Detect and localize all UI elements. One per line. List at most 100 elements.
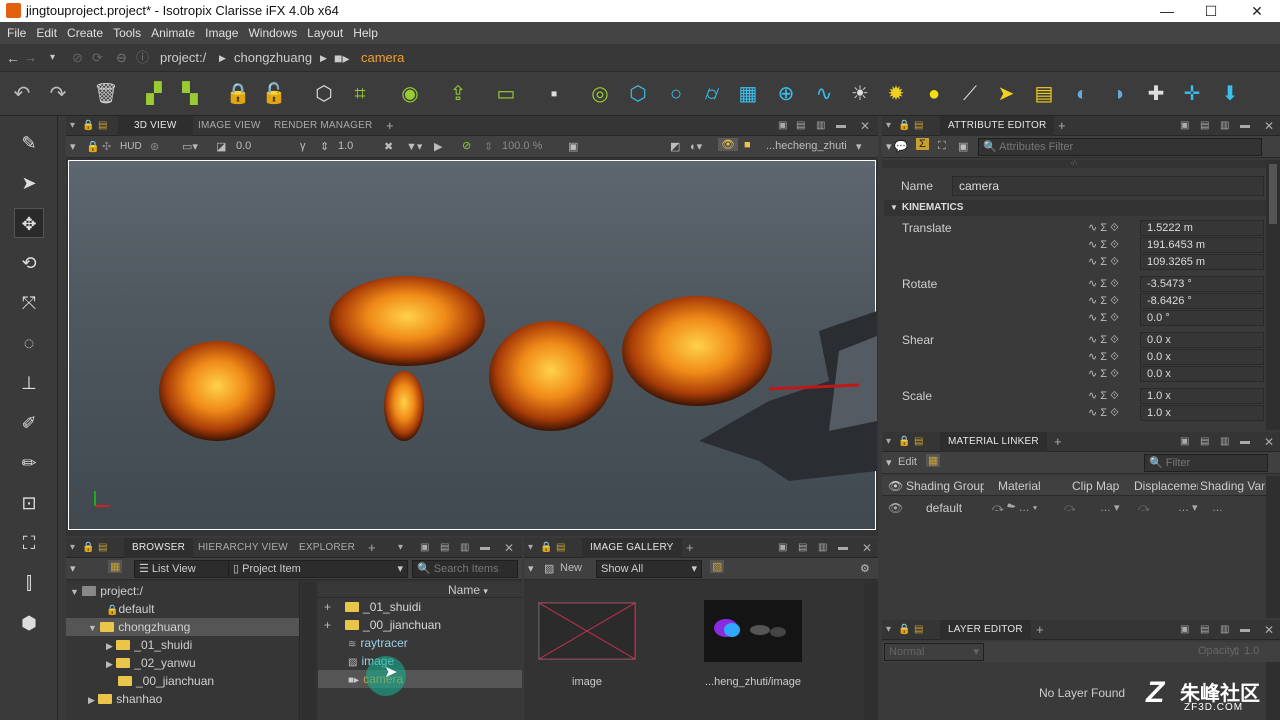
blend-mode-select[interactable]: Normal ▾ bbox=[884, 643, 984, 661]
kinematics-section[interactable]: ▼ KINEMATICS bbox=[884, 200, 1266, 216]
gallery-menu-icon[interactable]: ▾ bbox=[528, 562, 534, 575]
tree-item-project[interactable]: ▼ project:/ bbox=[66, 582, 299, 600]
gallery-filter-select[interactable]: Show All ▾ bbox=[596, 560, 702, 578]
area-light-icon[interactable]: ▤ bbox=[1030, 80, 1058, 108]
anim-controls-icon[interactable]: ∿ Σ ⟐ bbox=[1088, 277, 1140, 291]
panel-collapse-icon[interactable]: ▾ bbox=[70, 538, 75, 558]
panel-menu-icon[interactable]: ▤ bbox=[556, 538, 566, 558]
attr-menu-icon[interactable]: ▾ bbox=[886, 140, 892, 153]
variable-menu-icon[interactable]: … bbox=[1212, 498, 1223, 518]
render-toggle-icon[interactable]: ⊘ bbox=[462, 139, 471, 152]
add-tab-icon[interactable]: + bbox=[1054, 432, 1062, 452]
matlinker-scrollbar[interactable] bbox=[1266, 476, 1280, 618]
tab-hierarchy-view[interactable]: HIERARCHY VIEW bbox=[198, 538, 288, 558]
layout-icon[interactable]: ▣ bbox=[778, 538, 788, 558]
context-path[interactable]: ...hecheng_zhuti bbox=[766, 140, 847, 152]
anim-controls-icon[interactable]: ∿ Σ ⟐ bbox=[1088, 367, 1140, 381]
scale-y[interactable]: 1.0 x bbox=[1140, 405, 1264, 421]
material-link-icon[interactable]: ⤼ ☁ … ▾ bbox=[992, 498, 1037, 518]
gallery-scrollbar[interactable] bbox=[864, 582, 878, 720]
instance-icon[interactable]: ⌗ bbox=[346, 80, 374, 108]
anim-controls-icon[interactable]: ∿ Σ ⟐ bbox=[1088, 333, 1140, 347]
anim-controls-icon[interactable]: ∿ Σ ⟐ bbox=[1088, 255, 1140, 269]
maximize-panel-icon[interactable]: ▬ bbox=[1240, 116, 1250, 136]
lock-icon[interactable]: 🔒 bbox=[224, 80, 252, 108]
thumbnail-render[interactable] bbox=[704, 600, 802, 662]
brush-icon[interactable]: ✏ bbox=[14, 448, 44, 478]
expand-icon[interactable]: ⛶ bbox=[938, 140, 946, 153]
browser-menu-icon[interactable]: ▾ bbox=[70, 562, 76, 575]
select-arrow-icon[interactable]: ➤ bbox=[14, 168, 44, 198]
info-icon[interactable]: ⓘ bbox=[136, 44, 149, 72]
expand-plus-icon[interactable]: + bbox=[324, 600, 331, 614]
download-icon[interactable]: ⬇ bbox=[1216, 80, 1244, 108]
add-tab-icon[interactable]: + bbox=[686, 538, 694, 558]
unlock-icon[interactable]: 🔓 bbox=[260, 80, 288, 108]
lock-context-icon[interactable]: ⊖ bbox=[116, 44, 127, 72]
menu-layout[interactable]: Layout bbox=[302, 22, 348, 44]
opacity-value[interactable]: 1.0 bbox=[1244, 645, 1259, 657]
clip-map-link-icon[interactable]: ⤼ bbox=[1064, 498, 1076, 518]
tree-scrollbar[interactable] bbox=[302, 582, 316, 720]
zoom-arrows-icon[interactable]: ⇕ bbox=[484, 140, 493, 153]
rotate-x[interactable]: -3.5473 ° bbox=[1140, 276, 1264, 292]
layout-icon[interactable]: ▣ bbox=[1180, 620, 1190, 640]
refresh-icon[interactable]: ⟳ bbox=[92, 44, 103, 72]
col-shading-variable[interactable]: Shading Variable bbox=[1200, 476, 1266, 495]
exposure-value[interactable]: 0.0 bbox=[236, 140, 251, 152]
light-bulb-icon[interactable]: ☀ bbox=[846, 80, 874, 108]
breadcrumb-camera[interactable]: camera bbox=[361, 44, 404, 72]
scatterer-icon[interactable]: ✚ bbox=[1142, 80, 1170, 108]
aov-icon[interactable]: ◩ bbox=[670, 140, 680, 153]
add-tab-icon[interactable]: + bbox=[1058, 116, 1066, 136]
reference-icon[interactable]: ⇪ bbox=[444, 80, 472, 108]
cylinder-icon[interactable]: ⌭ bbox=[698, 80, 726, 108]
attributes-filter-input[interactable]: 🔍 Attributes Filter bbox=[978, 138, 1262, 156]
tab-layer-editor[interactable]: LAYER EDITOR bbox=[940, 620, 1031, 640]
context-dropdown-icon[interactable]: ▾ bbox=[856, 140, 862, 153]
clip-map-menu-icon[interactable]: … ▾ bbox=[1100, 498, 1120, 518]
close-panel-icon[interactable]: ✕ bbox=[862, 538, 872, 558]
breadcrumb-project[interactable]: project:/ bbox=[160, 44, 206, 72]
tree-item-00-jianchuan[interactable]: _00_jianchuan bbox=[66, 672, 299, 690]
snapshot-icon[interactable]: ▣ bbox=[568, 140, 578, 153]
hud-label[interactable]: HUD bbox=[120, 141, 142, 152]
scene-icon[interactable]: ◎ bbox=[586, 80, 614, 108]
browser-options-icon[interactable]: ▦ bbox=[108, 560, 123, 573]
back-arrow-icon[interactable]: ← bbox=[6, 44, 20, 72]
tools-icon[interactable]: ✖ bbox=[384, 140, 393, 153]
context-icon[interactable]: ▪ bbox=[540, 80, 568, 108]
panel-lock-icon[interactable]: 🔒 bbox=[898, 620, 911, 640]
tab-render-manager[interactable]: RENDER MANAGER bbox=[274, 116, 372, 136]
matlinker-options-icon[interactable]: ▦ bbox=[926, 454, 941, 467]
gamma-value[interactable]: 1.0 bbox=[338, 140, 353, 152]
shear-y[interactable]: 0.0 x bbox=[1140, 349, 1264, 365]
scroll-thumb[interactable] bbox=[1269, 164, 1277, 224]
menu-image[interactable]: Image bbox=[200, 22, 243, 44]
split-horizontal-icon[interactable]: ▤ bbox=[1200, 116, 1210, 136]
history-dropdown-icon[interactable]: ▾ bbox=[50, 44, 55, 72]
translate-z[interactable]: 109.3265 m bbox=[1140, 254, 1264, 270]
tab-dropdown-icon[interactable]: ▾ bbox=[398, 538, 403, 558]
point-light-icon[interactable]: ● bbox=[920, 80, 948, 108]
maximize-panel-icon[interactable]: ▬ bbox=[1240, 432, 1250, 452]
display-icon[interactable]: ⊛ bbox=[150, 140, 159, 153]
anim-controls-icon[interactable]: ∿ Σ ⟐ bbox=[1088, 238, 1140, 252]
new-image-button[interactable]: New bbox=[560, 562, 582, 574]
menu-tools[interactable]: Tools bbox=[108, 22, 146, 44]
attr-scrollbar[interactable] bbox=[1266, 160, 1280, 430]
snap-icon[interactable]: ⫿ bbox=[14, 568, 44, 598]
list-item[interactable]: ≋ raytracer bbox=[318, 634, 522, 652]
panel-lock-icon[interactable]: 🔒 bbox=[540, 538, 553, 558]
frame-select-icon[interactable]: ⊡ bbox=[14, 488, 44, 518]
eye-icon[interactable]: 👁 bbox=[718, 138, 738, 151]
tab-3d-view[interactable]: 3D VIEW bbox=[118, 116, 193, 136]
scale-icon[interactable]: ⤧ bbox=[14, 288, 44, 318]
close-button[interactable]: ✕ bbox=[1234, 0, 1280, 22]
scale-x[interactable]: 1.0 x bbox=[1140, 388, 1264, 404]
edit-button[interactable]: Edit bbox=[898, 456, 917, 468]
tab-image-view[interactable]: IMAGE VIEW bbox=[198, 116, 261, 136]
import-icon[interactable]: ◉ bbox=[396, 80, 424, 108]
item-type-select[interactable]: ▯ Project Item ▾ bbox=[228, 560, 408, 578]
panel-collapse-icon[interactable]: ▾ bbox=[528, 538, 533, 558]
